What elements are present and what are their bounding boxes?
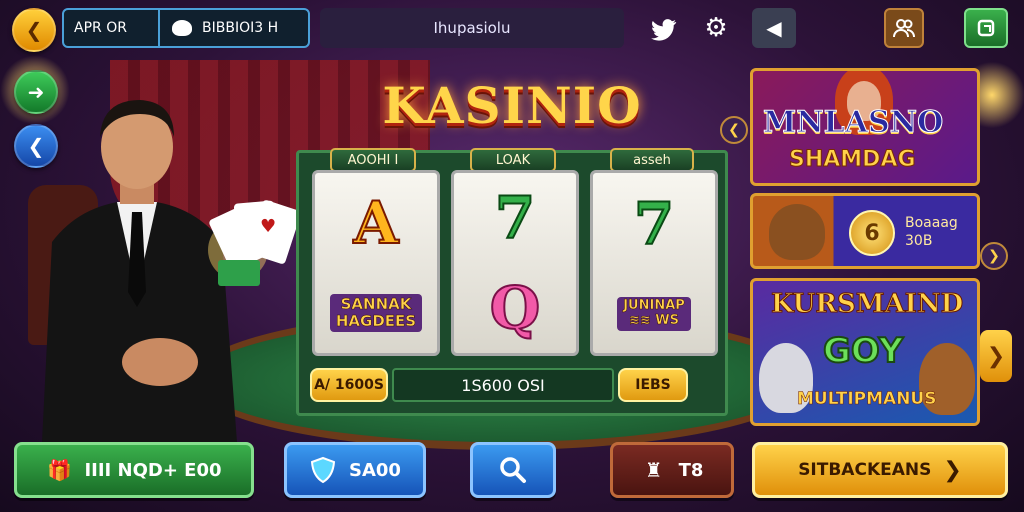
- svg-text:♥: ♥: [260, 216, 276, 237]
- search-icon: [500, 457, 526, 483]
- game-card-title: MNLASNO: [762, 105, 944, 141]
- reel-symbol: A: [352, 188, 399, 257]
- back-button[interactable]: ❮: [12, 8, 56, 52]
- cards-prev-button[interactable]: ❮: [720, 116, 748, 144]
- deposit-label: IIII NQD+ E00: [84, 459, 222, 481]
- lines-pill[interactable]: IEBS: [618, 368, 688, 402]
- reel-tab-2[interactable]: LOAK: [470, 148, 556, 172]
- play-label: SITBACKEANS: [798, 460, 932, 480]
- game-card-3[interactable]: KURSMAIND GOY MULTIPMANUS: [750, 278, 980, 426]
- chevron-left-icon: ❮: [728, 122, 740, 138]
- users-icon: [893, 19, 915, 38]
- game-card-badge: GOY: [822, 330, 904, 372]
- balance-label: APR OR: [74, 20, 127, 36]
- win-display: 1S600 OSI: [392, 368, 614, 402]
- cards-next-button[interactable]: ❯: [980, 330, 1012, 382]
- play-button[interactable]: SITBACKEANS ❯: [752, 442, 1008, 498]
- deposit-button[interactable]: 🎁 IIII NQD+ E00: [14, 442, 254, 498]
- dog-character: [769, 204, 825, 260]
- game-card-1[interactable]: MNLASNO SHAMDAG: [750, 68, 980, 186]
- speaker-icon: ◀: [766, 16, 782, 40]
- trophy-icon: ♜: [644, 458, 663, 482]
- currency-text: BIBBIOI3 H: [202, 20, 279, 36]
- reel-label: SANNAK HAGDEES: [329, 293, 423, 333]
- trophy-label: T8: [678, 459, 704, 481]
- exit-button[interactable]: [964, 8, 1008, 48]
- game-card-title: KURSMAIND: [770, 289, 964, 320]
- profile-button[interactable]: [884, 8, 924, 48]
- trophy-button[interactable]: ♜ T8: [610, 442, 734, 498]
- reel-symbol: Q: [489, 274, 542, 342]
- piggy-bank-icon: [172, 20, 192, 36]
- game-card-text: Boaaag 30B: [905, 215, 958, 250]
- playing-cards: ♥: [208, 200, 301, 286]
- cards-next-small-button[interactable]: ❯: [980, 242, 1008, 270]
- sound-button[interactable]: ◀: [752, 8, 796, 48]
- shield-button[interactable]: SA00: [284, 442, 426, 498]
- chevron-right-icon: ❯: [943, 457, 962, 483]
- reel-label: JUNINAP ≋≋ WS: [617, 297, 691, 331]
- slot-reel-1: A SANNAK HAGDEES: [312, 170, 440, 356]
- slot-reel-3: 7 JUNINAP ≋≋ WS: [590, 170, 718, 356]
- gear-icon[interactable]: ⚙: [698, 10, 734, 46]
- chevron-left-icon: ❮: [25, 18, 43, 42]
- reel-tab-3[interactable]: asseh: [610, 148, 694, 172]
- twitter-icon[interactable]: [646, 12, 682, 48]
- reel-symbol: 7: [633, 190, 675, 259]
- game-card-2[interactable]: 6 Boaaag 30B: [750, 193, 980, 269]
- slot-reel-2: 7 Q: [451, 170, 579, 356]
- reel-tab-1[interactable]: AOOHI I: [330, 148, 416, 172]
- page-title: Ihupasiolu: [320, 8, 624, 48]
- chevron-right-icon: ❯: [986, 343, 1006, 369]
- balance-bar[interactable]: APR OR BIBBIOI3 H: [62, 8, 310, 48]
- game-card-subtitle: SHAMDAG: [789, 147, 917, 173]
- reel-symbol: 7: [494, 184, 536, 252]
- bet-pill[interactable]: A/ 1600S: [310, 368, 388, 402]
- shield-icon: [310, 456, 336, 484]
- game-card-subtitle: MULTIPMANUS: [797, 389, 937, 410]
- coin-badge: 6: [849, 210, 895, 256]
- exit-icon: [977, 19, 995, 37]
- gift-icon: 🎁: [47, 458, 72, 482]
- game-logo: KASINIO: [382, 75, 642, 135]
- shield-label: SA00: [349, 459, 401, 481]
- search-button[interactable]: [470, 442, 556, 498]
- chevron-right-icon: ❯: [988, 248, 1000, 264]
